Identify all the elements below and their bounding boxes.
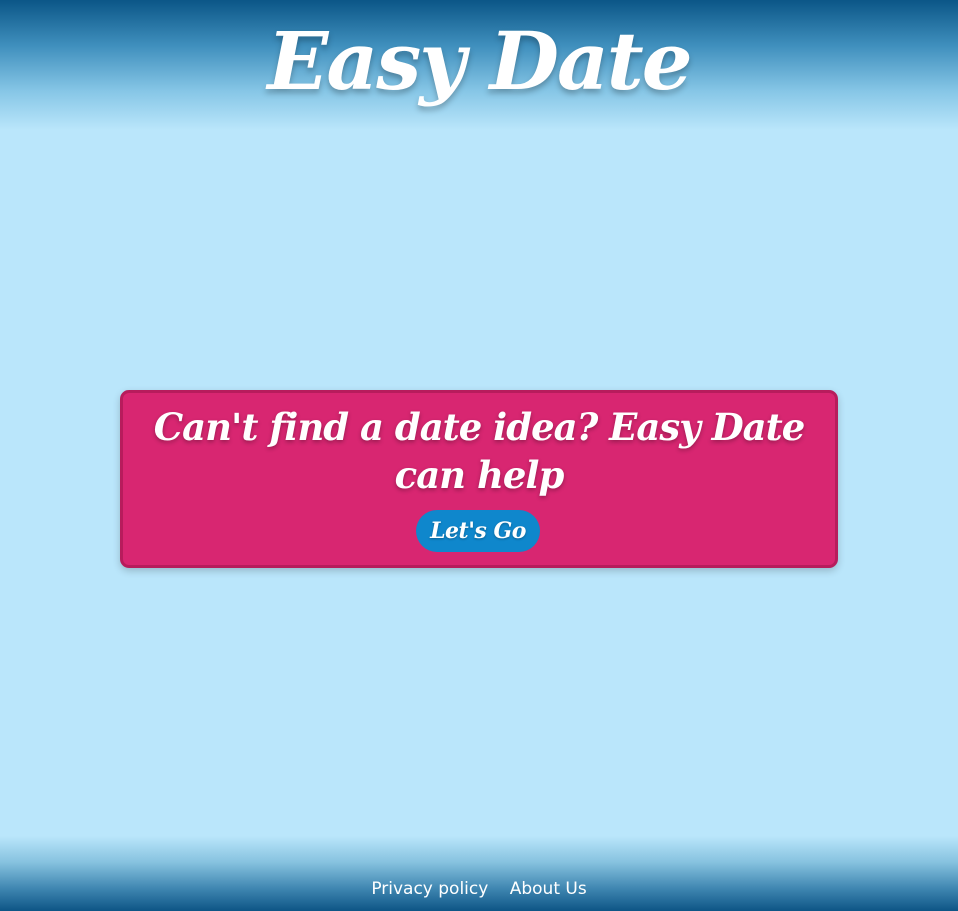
lets-go-button[interactable]: Let's Go	[416, 510, 540, 552]
privacy-policy-link[interactable]: Privacy policy	[371, 879, 488, 899]
site-title: Easy Date	[267, 14, 692, 108]
hero-headline: Can't find a date idea? Easy Date can he…	[153, 405, 806, 497]
site-header: Easy Date	[0, 0, 958, 130]
site-footer: Privacy policy About Us	[0, 836, 958, 911]
about-us-link[interactable]: About Us	[510, 879, 587, 899]
hero-card: Can't find a date idea? Easy Date can he…	[120, 390, 838, 568]
footer-links: Privacy policy About Us	[0, 878, 958, 900]
